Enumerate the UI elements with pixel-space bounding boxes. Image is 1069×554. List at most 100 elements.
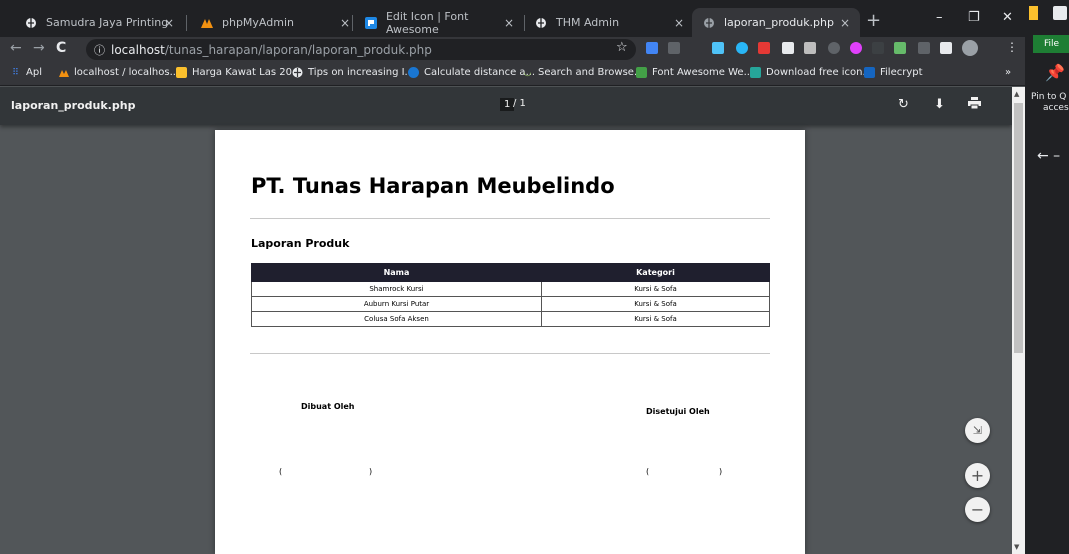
fit-page-button[interactable]: ⇲ xyxy=(965,418,990,443)
bookmark-favicon-icon xyxy=(176,67,187,78)
checkbox-icon xyxy=(1053,6,1067,20)
zoom-out-button[interactable]: − xyxy=(965,497,990,522)
report-title: Laporan Produk xyxy=(251,237,350,250)
bookmark-apps[interactable]: ⠿ Apl xyxy=(10,67,42,78)
table-row: Shamrock Kursi Kursi & Sofa xyxy=(251,281,770,297)
tab-close-icon[interactable]: × xyxy=(504,16,514,30)
bookmark-label: Filecrypt xyxy=(880,67,923,78)
globe-icon xyxy=(702,16,716,30)
download-icon[interactable]: ⬇ xyxy=(934,97,945,112)
extension-icon[interactable] xyxy=(918,42,930,54)
tab-close-icon[interactable]: × xyxy=(340,16,350,30)
url-host: localhost xyxy=(111,42,165,57)
scroll-up-icon[interactable]: ▲ xyxy=(1014,90,1019,98)
restore-button[interactable]: ❐ xyxy=(968,10,980,25)
tab-thm-admin[interactable]: THM Admin × xyxy=(524,8,694,37)
tab-laporan-produk[interactable]: laporan_produk.php × xyxy=(692,8,860,37)
bookmark-label: Apl xyxy=(26,67,42,78)
extension-icon[interactable] xyxy=(736,42,748,54)
bookmark-favicon-icon xyxy=(636,67,647,78)
bookmark-favicon-icon xyxy=(864,67,875,78)
url-path: /tunas_harapan/laporan/laporan_produk.ph… xyxy=(164,42,432,57)
company-name: PT. Tunas Harapan Meubelindo xyxy=(251,174,615,198)
scroll-down-icon[interactable]: ▼ xyxy=(1014,543,1019,551)
bookmark-favicon-icon xyxy=(408,67,419,78)
avatar[interactable] xyxy=(962,40,978,56)
scrollbar-thumb[interactable] xyxy=(1014,103,1023,353)
tab-font-awesome[interactable]: Edit Icon | Font Awesome × xyxy=(354,8,524,37)
bookmark-filecrypt[interactable]: Filecrypt xyxy=(864,67,923,78)
extension-icon[interactable] xyxy=(804,42,816,54)
extension-icon[interactable] xyxy=(758,42,770,54)
tab-samudra-jaya-printing[interactable]: Samudra Jaya Printing × xyxy=(14,8,184,37)
bookmarks-bar: ⠿ Apl localhost / localhos... Harga Kawat… xyxy=(0,62,1025,86)
print-icon[interactable] xyxy=(968,97,981,113)
vertical-scrollbar[interactable]: ▲ ▼ xyxy=(1012,87,1025,554)
pin-icon[interactable]: 📌 xyxy=(1045,63,1065,82)
table-row: Auburn Kursi Putar Kursi & Sofa xyxy=(251,296,770,312)
extension-icon[interactable] xyxy=(828,42,840,54)
forward-button[interactable]: → xyxy=(33,40,45,56)
extension-icon[interactable] xyxy=(872,42,884,54)
extensions-puzzle-icon[interactable] xyxy=(940,42,952,54)
close-window-button[interactable]: ✕ xyxy=(1002,10,1013,25)
reload-button[interactable]: C xyxy=(56,40,66,56)
extension-icon[interactable] xyxy=(712,42,724,54)
minimize-button[interactable]: – xyxy=(936,10,943,25)
tab-title: phpMyAdmin xyxy=(222,16,294,29)
bookmark-font-awesome[interactable]: Font Awesome We... xyxy=(636,67,753,78)
tab-strip: Samudra Jaya Printing × phpMyAdmin × Edi… xyxy=(0,0,1025,37)
divider xyxy=(250,353,770,354)
table-row: Colusa Sofa Aksen Kursi & Sofa xyxy=(251,311,770,327)
back-button[interactable]: ← xyxy=(10,40,22,56)
bookmark-label: Search and Browse... xyxy=(538,67,644,78)
browser-toolbar: ← → C ⓘ localhost/tunas_harapan/laporan/… xyxy=(0,37,1025,62)
rotate-icon[interactable]: ↻ xyxy=(898,97,909,112)
signature-paren-close: ) xyxy=(719,467,723,476)
bookmark-label: Harga Kawat Las 20... xyxy=(192,67,302,78)
extension-icon[interactable] xyxy=(668,42,680,54)
tab-title: laporan_produk.php xyxy=(724,16,834,29)
extension-fx-icon[interactable] xyxy=(690,42,702,54)
globe-icon xyxy=(24,16,38,30)
side-back-button[interactable]: ← – xyxy=(1037,148,1060,164)
signature-paren-open: ( xyxy=(279,467,283,476)
bookmarks-overflow-button[interactable]: » xyxy=(1005,67,1011,78)
bookmark-tips[interactable]: Tips on increasing I... xyxy=(292,67,414,78)
bookmark-download-icon[interactable]: Download free icon... xyxy=(750,67,872,78)
info-icon[interactable]: ⓘ xyxy=(94,42,105,58)
signature-paren-open: ( xyxy=(646,467,650,476)
bookmark-localhost[interactable]: localhost / localhos... xyxy=(58,67,179,78)
bookmark-calculate-distance[interactable]: Calculate distance a... xyxy=(408,67,535,78)
product-table: Nama Kategori Shamrock Kursi Kursi & Sof… xyxy=(251,263,770,327)
cell-nama: Colusa Sofa Aksen xyxy=(251,311,542,327)
tab-close-icon[interactable]: × xyxy=(674,16,684,30)
file-menu-button[interactable]: File xyxy=(1033,35,1069,53)
bookmark-harga-kawat[interactable]: Harga Kawat Las 20... xyxy=(176,67,302,78)
extension-icon[interactable] xyxy=(782,42,794,54)
bookmark-label: Tips on increasing I... xyxy=(308,67,415,78)
folder-icon xyxy=(1029,6,1038,20)
bookmark-label: Font Awesome We... xyxy=(652,67,754,78)
tab-close-icon[interactable]: × xyxy=(840,16,850,30)
address-bar[interactable]: ⓘ localhost/tunas_harapan/laporan/lapora… xyxy=(86,39,636,60)
menu-dots-icon[interactable]: ⋮ xyxy=(1006,40,1018,54)
tab-title: THM Admin xyxy=(556,16,620,29)
bookmark-search-browse[interactable]: ◡ Search and Browse... xyxy=(522,67,644,78)
pin-quick-access-text: Pin to Qacces xyxy=(1031,92,1069,113)
extension-download-icon[interactable] xyxy=(646,42,658,54)
extension-icon[interactable] xyxy=(850,42,862,54)
tab-phpmyadmin[interactable]: phpMyAdmin × xyxy=(190,8,360,37)
bookmark-label: Calculate distance a... xyxy=(424,67,536,78)
tab-close-icon[interactable]: × xyxy=(164,16,174,30)
globe-icon xyxy=(534,16,548,30)
new-tab-button[interactable]: + xyxy=(866,10,881,31)
tab-separator xyxy=(352,15,353,31)
apps-grid-icon: ⠿ xyxy=(12,67,19,78)
bookmark-star-icon[interactable]: ☆ xyxy=(616,40,628,55)
zoom-in-button[interactable]: + xyxy=(965,463,990,488)
extension-icon[interactable] xyxy=(894,42,906,54)
pdf-page: PT. Tunas Harapan Meubelindo Laporan Pro… xyxy=(215,130,805,554)
cell-kategori: Kursi & Sofa xyxy=(541,296,770,312)
approved-by-label: Disetujui Oleh xyxy=(646,407,710,416)
